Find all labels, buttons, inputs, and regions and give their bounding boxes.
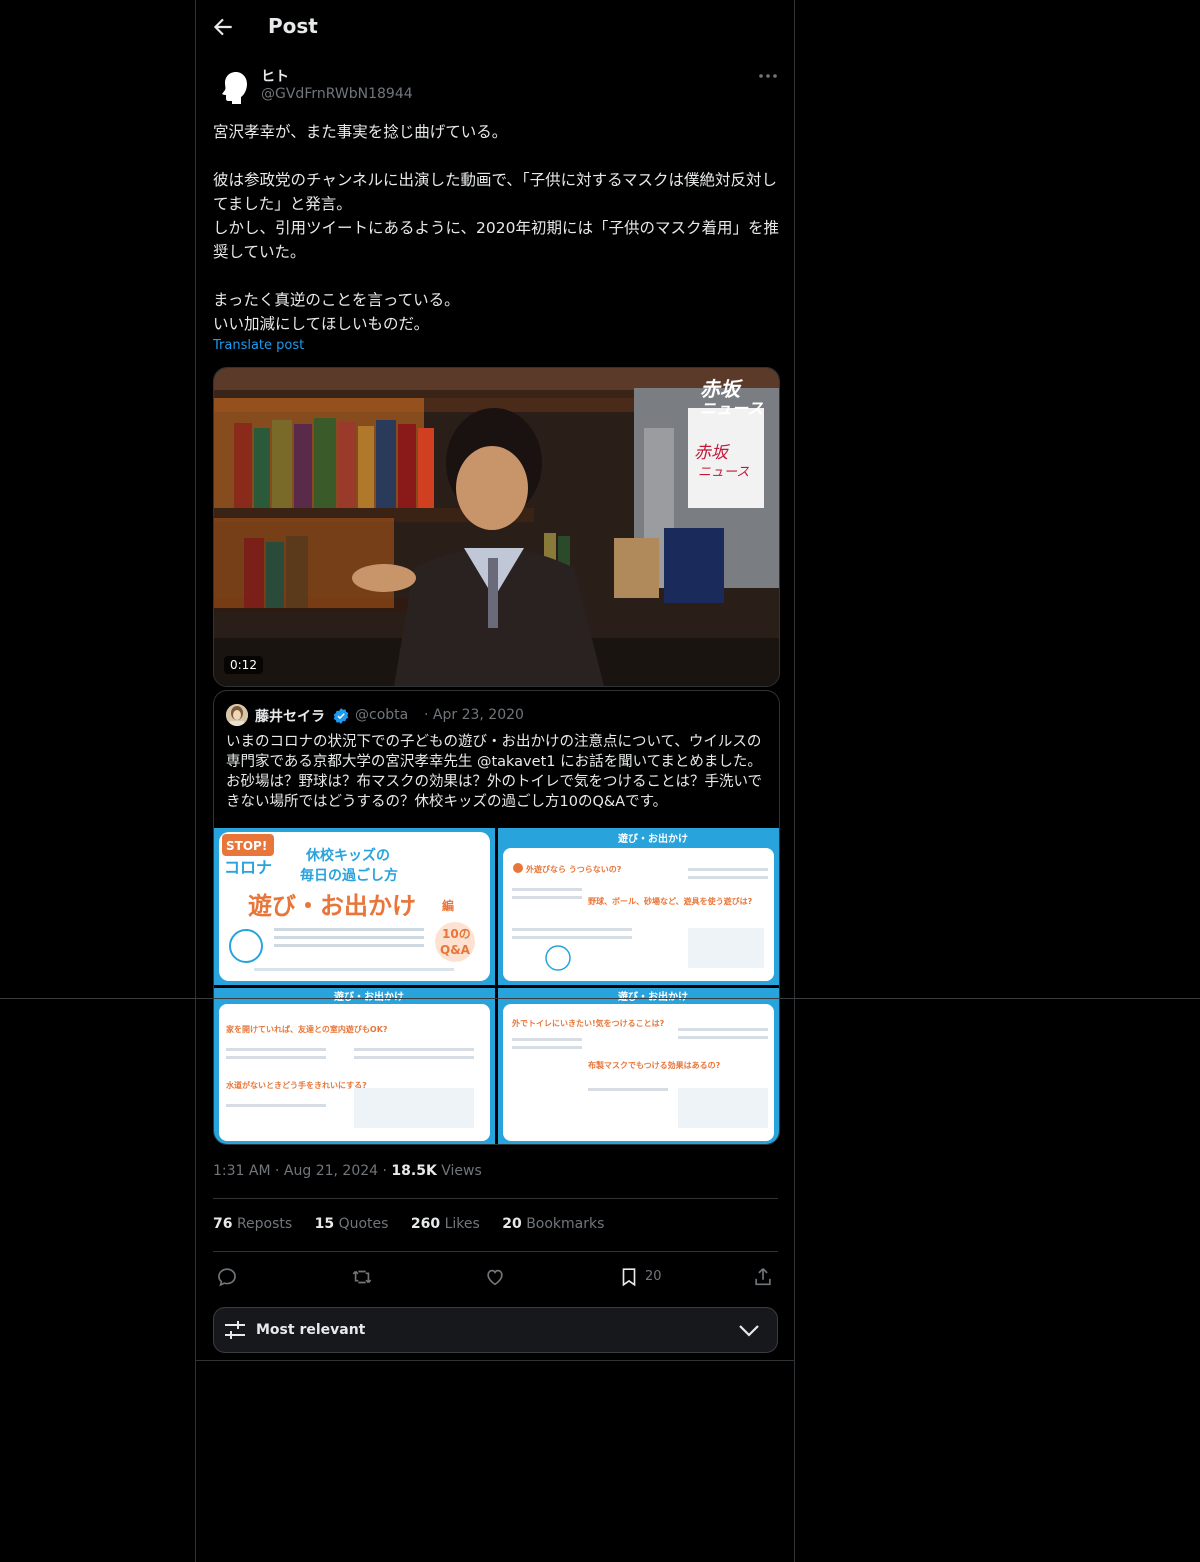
- quote-author-handle[interactable]: @cobta: [355, 707, 408, 723]
- quote-image-4[interactable]: 遊び・お出かけ 外でトイレにいきたい!気をつけることは? 布製マスクでもつける効…: [498, 988, 779, 1144]
- flyer-hen: 編: [442, 898, 454, 913]
- share-icon: [755, 1268, 771, 1286]
- post-time[interactable]: 1:31 AM: [213, 1163, 271, 1179]
- reposts-label: Reposts: [236, 1216, 293, 1232]
- verified-check-icon: [333, 708, 349, 724]
- top-bar: Post: [196, 0, 794, 53]
- corona-label: コロナ: [224, 858, 272, 877]
- divider: [213, 1251, 778, 1252]
- chevron-down-icon: [738, 1322, 760, 1342]
- bookmark-button[interactable]: [618, 1266, 640, 1288]
- share-button[interactable]: [752, 1266, 774, 1288]
- reposts-stat[interactable]: 76 Reposts: [213, 1216, 292, 1232]
- watermark-text-2: ニュース: [700, 399, 763, 418]
- flyer-page-3: 遊び・お出かけ 家を開けていれば、友達との室内遊びもOK? 水道がないときどう手…: [214, 988, 495, 1144]
- flyer-title-2: 毎日の過ごし方: [300, 867, 398, 884]
- flyer-qa-1: 10の: [442, 927, 471, 941]
- page-title: Post: [268, 14, 318, 38]
- quotes-stat[interactable]: 15 Quotes: [315, 1216, 389, 1232]
- sort-label: Most relevant: [256, 1322, 366, 1338]
- reply-icon: [218, 1268, 236, 1287]
- quotes-label: Quotes: [338, 1216, 389, 1232]
- arrow-left-icon: [213, 18, 232, 36]
- divider: [196, 1360, 794, 1361]
- views-count: 18.5K: [391, 1163, 437, 1179]
- repost-button[interactable]: [350, 1266, 374, 1288]
- reply-button[interactable]: [216, 1266, 238, 1288]
- quote-text: いまのコロナの状況下での子どもの遊び・お出かけの注意点について、ウイルスの専門家…: [226, 734, 763, 810]
- video-player[interactable]: 赤坂 ニュース 赤坂 ニュース 0:12: [213, 367, 780, 687]
- panel3-q5: 水道がないときどう手をきれいにする?: [225, 1080, 367, 1090]
- repost-icon: [352, 1270, 372, 1284]
- flyer-qa-2: Q&A: [440, 943, 471, 957]
- author-name[interactable]: ヒト: [261, 66, 289, 86]
- more-dots-icon: [759, 74, 777, 78]
- quotes-count: 15: [314, 1216, 335, 1232]
- panel-header-2: 遊び・お出かけ: [618, 832, 688, 845]
- bookmark-count: 20: [645, 1269, 662, 1284]
- likes-stat[interactable]: 260 Likes: [411, 1216, 480, 1232]
- quoted-post[interactable]: 藤井セイラ @cobta · Apr 23, 2020 いまのコロナの状況下での…: [213, 690, 780, 1145]
- guide-line: [0, 998, 1200, 999]
- bookmarks-label: Bookmarks: [526, 1216, 605, 1232]
- bookmarks-count: 20: [502, 1216, 522, 1232]
- back-button[interactable]: [210, 14, 236, 40]
- panel4-q8: 外でトイレにいきたい!気をつけることは?: [512, 1018, 665, 1028]
- panel-header-4: 遊び・お出かけ: [618, 990, 688, 1003]
- stop-label: STOP!: [226, 839, 267, 853]
- reposts-count: 76: [213, 1216, 233, 1232]
- flyer-title-1: 休校キッズの: [305, 847, 390, 864]
- post-date[interactable]: Aug 21, 2024: [284, 1163, 378, 1179]
- quote-avatar[interactable]: [226, 704, 248, 726]
- main-column: Post ヒト @GVdFrnRWbN18944 宮沢孝幸が、また事実を捻じ曲げ…: [195, 0, 795, 1562]
- bookmark-icon: [622, 1268, 636, 1287]
- quote-image-3[interactable]: 遊び・お出かけ 家を開けていれば、友達との室内遊びもOK? 水道がないときどう手…: [214, 988, 495, 1144]
- panel2-q1: 外遊びなら うつらないの?: [526, 864, 622, 874]
- heart-icon: [487, 1269, 503, 1286]
- quote-image-1[interactable]: STOP! コロナ 休校キッズの 毎日の過ごし方 遊び・お出かけ 編 10の Q…: [214, 828, 495, 985]
- verified-badge: [332, 707, 350, 725]
- flyer-headline: 遊び・お出かけ: [248, 892, 416, 920]
- author-handle[interactable]: @GVdFrnRWbN18944: [261, 86, 413, 102]
- panel-header-3: 遊び・お出かけ: [334, 990, 404, 1003]
- divider: [213, 1198, 778, 1199]
- video-frame: 赤坂 ニュース 赤坂 ニュース: [214, 368, 779, 686]
- panel4-q9: 布製マスクでもつける効果はあるの?: [587, 1060, 721, 1070]
- translate-post-link[interactable]: Translate post: [213, 338, 304, 353]
- author-avatar[interactable]: [214, 66, 254, 106]
- flyer-cover: STOP! コロナ 休校キッズの 毎日の過ごし方 遊び・お出かけ 編 10の Q…: [214, 828, 495, 985]
- like-button[interactable]: [484, 1266, 506, 1288]
- likes-label: Likes: [444, 1216, 480, 1232]
- quote-image-grid: STOP! コロナ 休校キッズの 毎日の過ごし方 遊び・お出かけ 編 10の Q…: [214, 828, 779, 1144]
- flyer-page-4: 遊び・お出かけ 外でトイレにいきたい!気をつけることは? 布製マスクでもつける効…: [498, 988, 779, 1144]
- likes-count: 260: [410, 1216, 441, 1232]
- views-label: Views: [441, 1163, 482, 1179]
- reply-sort-dropdown[interactable]: Most relevant: [213, 1307, 778, 1353]
- bookmarks-stat[interactable]: 20 Bookmarks: [502, 1216, 604, 1232]
- quote-date[interactable]: · Apr 23, 2020: [424, 707, 524, 723]
- quote-image-2[interactable]: 遊び・お出かけ 外遊びなら うつらないの? 野球、ボール、砂場など、遊具を使う遊…: [498, 828, 779, 985]
- post-text: 宮沢孝幸が、また事実を捻じ曲げている。 彼は参政党のチャンネルに出演した動画で、…: [213, 123, 779, 333]
- sign-text-2: ニュース: [698, 465, 749, 480]
- panel3-q4: 家を開けていれば、友達との室内遊びもOK?: [226, 1024, 388, 1034]
- quote-date-text: Apr 23, 2020: [432, 707, 524, 723]
- quote-author-name[interactable]: 藤井セイラ: [255, 706, 325, 726]
- flyer-page-2: 遊び・お出かけ 外遊びなら うつらないの? 野球、ボール、砂場など、遊具を使う遊…: [498, 828, 779, 985]
- sort-sliders-icon: [224, 1320, 246, 1344]
- sign-text-1: 赤坂: [694, 443, 731, 463]
- engagement-stats: 76 Reposts 15 Quotes 260 Likes 20 Bookma…: [213, 1216, 622, 1232]
- panel2-q3: 野球、ボール、砂場など、遊具を使う遊びは?: [588, 896, 753, 906]
- post-timestamp: 1:31 AM · Aug 21, 2024 · 18.5K Views: [213, 1163, 482, 1179]
- more-options-button[interactable]: [756, 66, 780, 86]
- watermark-text-1: 赤坂: [700, 377, 743, 401]
- avatar-face-icon: [226, 704, 248, 726]
- head-silhouette-icon: [222, 72, 247, 104]
- video-duration: 0:12: [224, 656, 263, 674]
